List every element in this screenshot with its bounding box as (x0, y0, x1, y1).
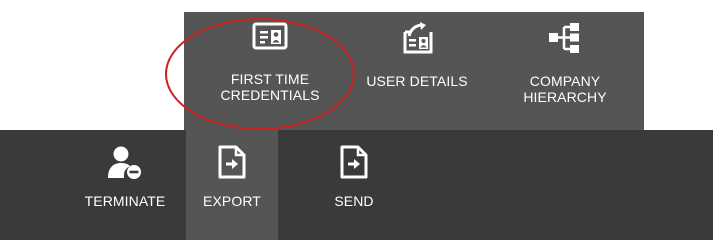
user-details-icon (403, 22, 433, 54)
toolbar-stage: FIRST TIME CREDENTIALS USER DETAILS COMP… (0, 0, 713, 240)
company-hierarchy-button[interactable]: COMPANY HIERARCHY (505, 22, 625, 105)
hierarchy-icon (549, 23, 579, 53)
send-button[interactable]: SEND (318, 145, 390, 209)
user-details-button[interactable]: USER DETAILS (346, 22, 488, 89)
first-time-credentials-label-line2: CREDENTIALS (220, 87, 320, 103)
send-document-icon (340, 145, 368, 179)
export-button[interactable]: EXPORT (186, 130, 278, 240)
export-document-icon (218, 145, 246, 179)
export-label: EXPORT (203, 193, 261, 209)
user-details-label: USER DETAILS (366, 73, 468, 89)
terminate-button[interactable]: TERMINATE (66, 145, 184, 209)
id-card-icon (252, 22, 288, 50)
user-remove-icon (108, 146, 141, 179)
first-time-credentials-button[interactable]: FIRST TIME CREDENTIALS (200, 22, 340, 103)
company-hierarchy-label-line2: HIERARCHY (523, 89, 607, 105)
first-time-credentials-label-line1: FIRST TIME (230, 71, 310, 87)
send-label: SEND (334, 193, 374, 209)
terminate-label: TERMINATE (84, 193, 166, 209)
company-hierarchy-label-line1: COMPANY (529, 73, 601, 89)
